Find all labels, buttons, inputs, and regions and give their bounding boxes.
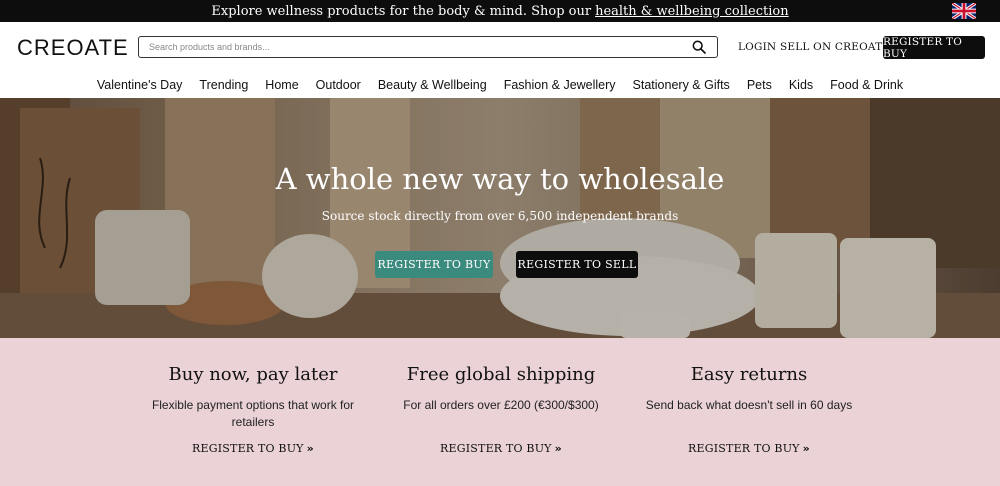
benefit-text: For all orders over £200 (€300/$300): [403, 398, 599, 412]
logo[interactable]: CREOATE: [17, 35, 129, 61]
nav-item-fashion-jewellery[interactable]: Fashion & Jewellery: [504, 72, 616, 98]
nav-item-outdoor[interactable]: Outdoor: [316, 72, 361, 98]
sell-on-creoate-link[interactable]: SELL ON CREOATE: [780, 41, 890, 53]
benefit-register-button[interactable]: REGISTER TO BUY»: [381, 442, 621, 455]
nav-item-kids[interactable]: Kids: [789, 72, 813, 98]
benefit-cta-label: REGISTER TO BUY: [440, 442, 552, 455]
announcement-bar: Explore wellness products for the body &…: [0, 0, 1000, 22]
category-nav: Valentine's Day Trending Home Outdoor Be…: [0, 72, 1000, 98]
benefit-cta-label: REGISTER TO BUY: [192, 442, 304, 455]
benefit-title: Easy returns: [690, 364, 808, 385]
uk-flag-icon[interactable]: [952, 3, 976, 19]
nav-item-valentines-day[interactable]: Valentine's Day: [97, 72, 183, 98]
nav-item-home[interactable]: Home: [265, 72, 298, 98]
hero-title: A whole new way to wholesale: [275, 162, 725, 196]
benefit-title: Buy now, pay later: [168, 364, 338, 385]
benefit-register-button[interactable]: REGISTER TO BUY»: [629, 442, 869, 455]
benefit-text: Flexible payment options that work for r…: [151, 398, 355, 429]
benefit-text: Send back what doesn't sell in 60 days: [645, 398, 853, 412]
double-chevron-right-icon: »: [554, 442, 562, 455]
hero-register-to-buy-button[interactable]: REGISTER TO BUY: [375, 251, 493, 278]
benefit-register-button[interactable]: REGISTER TO BUY»: [133, 442, 373, 455]
nav-item-food-drink[interactable]: Food & Drink: [830, 72, 903, 98]
double-chevron-right-icon: »: [802, 442, 810, 455]
search-bar: [138, 36, 718, 58]
announcement-text: Explore wellness products for the body &…: [211, 3, 592, 19]
search-icon[interactable]: [691, 39, 707, 55]
hero-banner: A whole new way to wholesale Source stoc…: [0, 98, 1000, 338]
nav-item-beauty-wellbeing[interactable]: Beauty & Wellbeing: [378, 72, 487, 98]
double-chevron-right-icon: »: [306, 442, 314, 455]
nav-item-pets[interactable]: Pets: [747, 72, 772, 98]
benefit-cta-label: REGISTER TO BUY: [688, 442, 800, 455]
site-header: CREOATE LOGIN SELL ON CREOATE REGISTER T…: [0, 22, 1000, 72]
search-input[interactable]: [149, 42, 691, 52]
nav-item-trending[interactable]: Trending: [199, 72, 248, 98]
announcement-link[interactable]: health & wellbeing collection: [595, 4, 789, 19]
benefit-title: Free global shipping: [406, 364, 596, 385]
hero-register-to-sell-button[interactable]: REGISTER TO SELL: [516, 251, 638, 278]
register-to-buy-button[interactable]: REGISTER TO BUY: [883, 36, 985, 60]
login-link[interactable]: LOGIN: [738, 41, 776, 53]
hero-subtitle: Source stock directly from over 6,500 in…: [321, 209, 679, 223]
benefits-section: Buy now, pay later Flexible payment opti…: [0, 338, 1000, 486]
nav-item-stationery-gifts[interactable]: Stationery & Gifts: [633, 72, 730, 98]
